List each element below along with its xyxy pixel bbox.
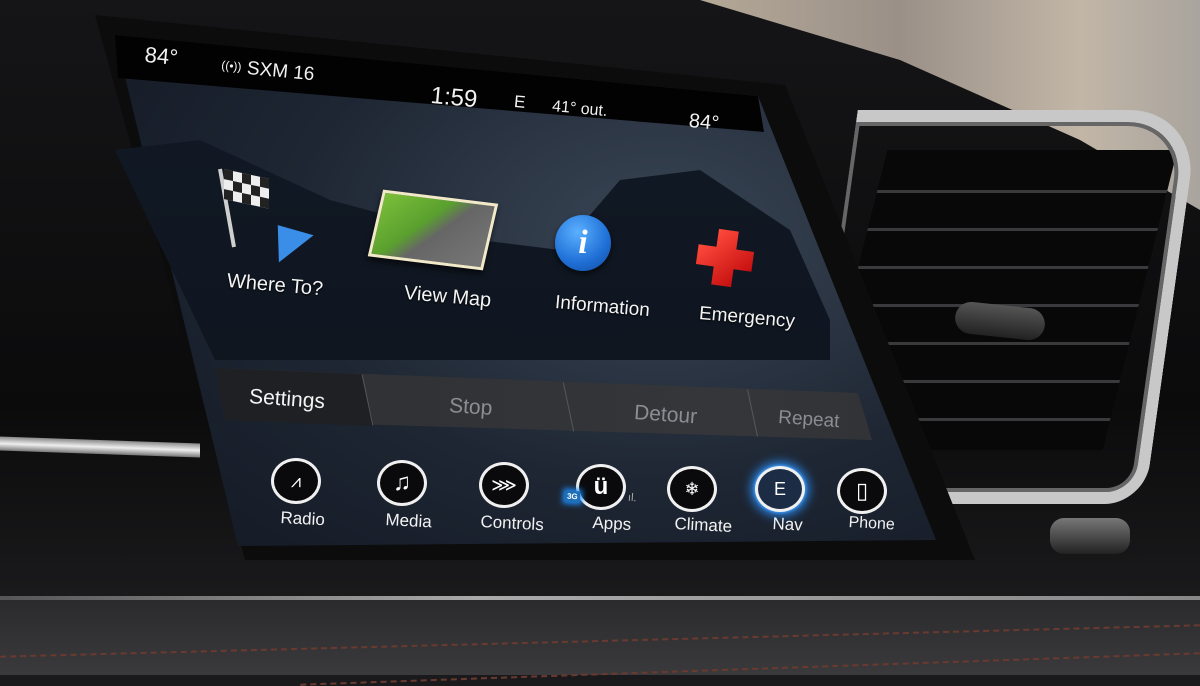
seat-controls-icon: ⋙ bbox=[479, 462, 529, 508]
leather-dash bbox=[0, 600, 1200, 686]
vent-thumbwheel[interactable] bbox=[1050, 518, 1130, 554]
uconnect-icon: ü bbox=[576, 464, 626, 510]
info-icon: i bbox=[555, 215, 611, 271]
nav-label: Radio bbox=[280, 508, 326, 530]
climate-icon: ❄ bbox=[667, 466, 717, 512]
nav-label: Phone bbox=[848, 514, 896, 534]
repeat-button[interactable]: Repeat bbox=[777, 407, 841, 433]
3g-badge: 3G bbox=[564, 490, 581, 503]
right-temperature[interactable]: 84° bbox=[688, 110, 720, 136]
antenna-icon: ((•)) bbox=[220, 58, 243, 74]
nav-label: Nav bbox=[772, 514, 804, 535]
left-temperature[interactable]: 84° bbox=[144, 42, 179, 71]
signal-strength-icon: ıl. bbox=[627, 491, 637, 505]
compass-heading: E bbox=[513, 92, 527, 112]
map-icon bbox=[367, 189, 499, 271]
stop-button[interactable]: Stop bbox=[448, 394, 493, 421]
red-cross-icon bbox=[693, 226, 756, 289]
nav-label: Controls bbox=[480, 512, 545, 535]
nav-label: Climate bbox=[674, 514, 733, 536]
nav-label: Apps bbox=[592, 513, 632, 535]
music-note-icon: ♫ bbox=[377, 460, 427, 506]
clock: 1:59 bbox=[429, 82, 479, 114]
nav-label: Media bbox=[385, 510, 433, 532]
radio-tower-icon: ⩘ bbox=[271, 458, 321, 504]
compass-icon: E bbox=[755, 466, 805, 512]
detour-button[interactable]: Detour bbox=[633, 401, 697, 429]
phone-icon: ▯ bbox=[837, 468, 887, 514]
